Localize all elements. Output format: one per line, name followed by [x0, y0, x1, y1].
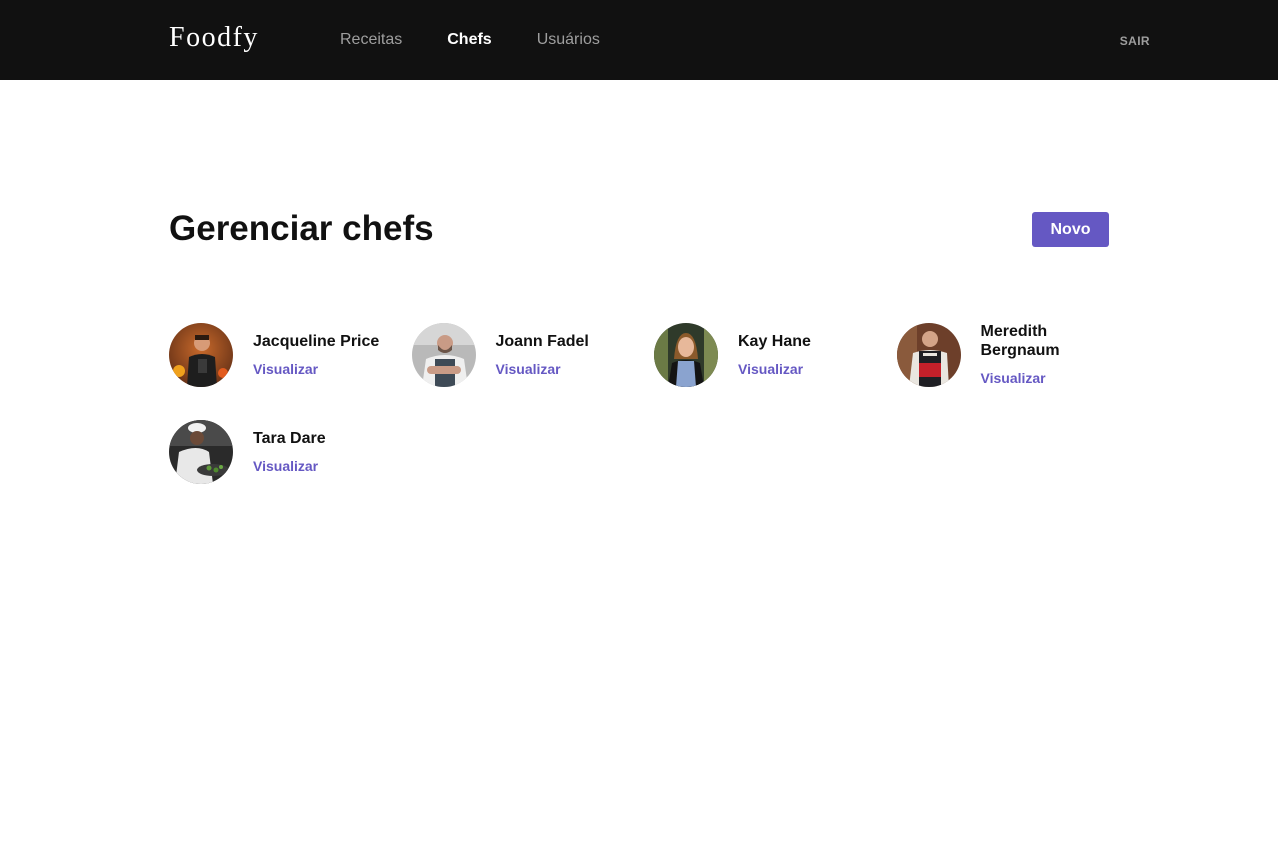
- logo[interactable]: Foodfy: [169, 20, 259, 56]
- chef-name: Meredith Bergnaum: [980, 323, 1060, 359]
- chef-info: Joann Fadel Visualizar: [496, 332, 636, 379]
- logout-link[interactable]: SAIR: [1120, 34, 1150, 48]
- chef-avatar: [654, 323, 718, 387]
- chef-card: Jacqueline Price Visualizar: [169, 323, 412, 387]
- nav-link-chefs[interactable]: Chefs: [447, 30, 491, 50]
- view-chef-link[interactable]: Visualizar: [253, 361, 318, 377]
- view-chef-link[interactable]: Visualizar: [738, 361, 803, 377]
- chef-name: Tara Dare: [253, 429, 326, 447]
- top-navbar: Foodfy Receitas Chefs Usuários SAIR: [0, 0, 1278, 80]
- chef-name: Joann Fadel: [495, 332, 589, 350]
- nav-link-receitas[interactable]: Receitas: [340, 30, 402, 50]
- chef-card: Kay Hane Visualizar: [654, 323, 897, 387]
- chef-avatar: [169, 323, 233, 387]
- chef-name: Kay Hane: [738, 332, 811, 350]
- chef-info: Tara Dare Visualizar: [253, 429, 393, 476]
- chef-avatar: [411, 323, 476, 387]
- main-nav: Receitas Chefs Usuários: [340, 0, 645, 80]
- new-chef-button[interactable]: Novo: [1032, 212, 1109, 247]
- view-chef-link[interactable]: Visualizar: [253, 458, 318, 474]
- chef-info: Jacqueline Price Visualizar: [253, 332, 393, 379]
- chef-list: Jacqueline Price Visualizar Joann Fadel …: [169, 323, 1139, 484]
- view-chef-link[interactable]: Visualizar: [981, 370, 1046, 386]
- chef-avatar: [896, 323, 961, 387]
- chef-avatar: [169, 420, 233, 484]
- chef-card: Tara Dare Visualizar: [169, 420, 412, 484]
- chef-card: Meredith Bergnaum Visualizar: [896, 322, 1140, 388]
- page-title: Gerenciar chefs: [169, 209, 434, 248]
- page-header: Gerenciar chefs Novo: [169, 209, 1109, 248]
- chef-info: Meredith Bergnaum Visualizar: [981, 322, 1121, 388]
- view-chef-link[interactable]: Visualizar: [496, 361, 561, 377]
- chef-card: Joann Fadel Visualizar: [411, 323, 655, 387]
- chef-info: Kay Hane Visualizar: [738, 332, 878, 379]
- nav-link-usuarios[interactable]: Usuários: [537, 30, 600, 50]
- chef-name: Jacqueline Price: [253, 332, 380, 350]
